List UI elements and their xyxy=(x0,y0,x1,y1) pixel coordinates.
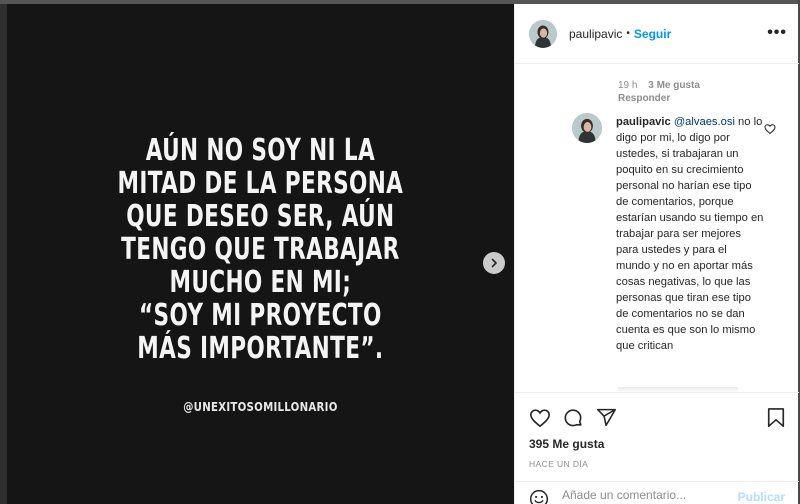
more-options-button[interactable]: ••• xyxy=(767,25,787,41)
like-comment-button[interactable] xyxy=(764,122,776,140)
username-link[interactable]: paulipavic xyxy=(569,27,622,41)
post-timestamp[interactable]: HACE UN DÍA xyxy=(529,459,588,469)
share-icon xyxy=(596,408,617,427)
likes-count[interactable]: 395 Me gusta xyxy=(529,437,604,451)
avatar[interactable] xyxy=(572,113,602,143)
profile-photo-icon xyxy=(572,113,602,143)
comment-input[interactable] xyxy=(562,488,732,502)
quote-line: MÁS IMPORTANTE”. xyxy=(137,331,384,366)
post-header: paulipavic • Seguir ••• xyxy=(515,4,799,64)
comment-likes-link[interactable]: 3 Me gusta xyxy=(648,80,700,91)
quote-line: “SOY MI PROYECTO xyxy=(138,298,382,333)
reply-comment-text: paulipavic @alvaes.osi no lo digo por mi… xyxy=(616,114,764,354)
next-image-button[interactable] xyxy=(483,252,505,274)
heart-icon xyxy=(530,409,550,428)
emoji-icon xyxy=(529,489,549,504)
save-button[interactable] xyxy=(766,407,786,434)
emoji-button[interactable] xyxy=(529,489,549,504)
comment-body: no lo digo por mi, lo digo por ustedes, … xyxy=(616,116,764,352)
follow-button[interactable]: Seguir xyxy=(634,27,671,41)
post-image[interactable]: AÚN NO SOY NI LA MITAD DE LA PERSONA QUE… xyxy=(7,4,514,504)
comment-time: 19 h xyxy=(618,80,638,91)
side-panel: paulipavic • Seguir ••• 19 h 3 Me gusta … xyxy=(514,4,799,504)
profile-photo-icon xyxy=(529,19,557,48)
post-actions: 395 Me gusta HACE UN DÍA Publicar xyxy=(515,392,799,504)
share-button[interactable] xyxy=(596,407,617,433)
quote-line: QUE DESEO SER, AÚN xyxy=(126,199,395,234)
quote-line: TENGO QUE TRABAJAR xyxy=(121,232,400,267)
chevron-right-icon xyxy=(491,258,497,268)
mention-link[interactable]: @alvaes.osi xyxy=(674,116,735,128)
add-comment-bar: Publicar xyxy=(515,481,799,504)
post-modal: AÚN NO SOY NI LA MITAD DE LA PERSONA QUE… xyxy=(7,4,799,504)
bookmark-icon xyxy=(767,408,785,427)
reply-button[interactable]: Responder xyxy=(618,93,670,104)
separator-dot: • xyxy=(626,28,630,39)
avatar[interactable] xyxy=(529,19,557,48)
quote-line: MITAD DE LA PERSONA xyxy=(117,166,404,201)
comment-username-link[interactable]: paulipavic xyxy=(616,116,671,128)
comment-button[interactable] xyxy=(562,407,584,434)
quote-line: MUCHO EN MI; xyxy=(169,265,352,300)
heart-small-icon xyxy=(764,124,776,135)
post-comment-button[interactable]: Publicar xyxy=(738,490,785,504)
comment-meta: 19 h 3 Me gusta xyxy=(618,80,708,91)
comments-list[interactable]: 19 h 3 Me gusta Responder paulipavic @al… xyxy=(515,65,799,392)
quote-line: AÚN NO SOY NI LA xyxy=(145,133,376,168)
image-credit: @UNEXITOSOMILLONARIO xyxy=(183,400,338,414)
like-button[interactable] xyxy=(529,407,551,434)
comment-icon xyxy=(564,409,582,427)
image-quote: AÚN NO SOY NI LA MITAD DE LA PERSONA QUE… xyxy=(78,134,443,365)
